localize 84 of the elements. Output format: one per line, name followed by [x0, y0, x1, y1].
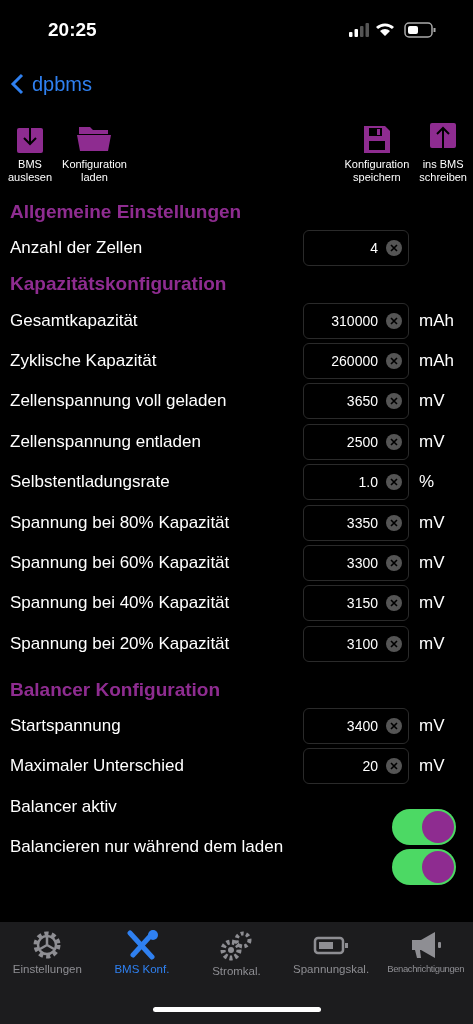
setting-label: Selbstentladungsrate — [10, 472, 171, 493]
clear-icon[interactable] — [386, 240, 402, 257]
setting-label: Gesamtkapazität — [10, 310, 139, 331]
field-value: 4 — [370, 240, 378, 257]
setting-label: Spannung bei 60% Kapazität — [10, 552, 231, 573]
setting-label: Zellenspannung entladen — [10, 431, 202, 452]
setting-label: Spannung bei 80% Kapazität — [10, 512, 231, 533]
toolbar-button[interactable]: Konfiguration laden — [62, 122, 127, 196]
unit-label: mV — [418, 756, 446, 777]
field-value: 2500 — [346, 433, 378, 450]
input-field[interactable]: 20 — [303, 748, 409, 785]
clear-icon[interactable] — [386, 635, 402, 652]
setting-label: Spannung bei 40% Kapazität — [10, 593, 231, 614]
unit-label: mV — [418, 633, 446, 654]
clear-icon[interactable] — [386, 352, 402, 369]
clear-icon[interactable] — [386, 393, 402, 410]
clear-icon[interactable] — [386, 474, 402, 491]
field-value: 260000 — [331, 352, 378, 369]
clear-icon[interactable] — [386, 554, 402, 571]
signal-icon — [349, 23, 369, 37]
setting-label: Startspannung — [10, 716, 122, 737]
unit-label: mV — [418, 716, 446, 737]
setting-label: Zyklische Kapazität — [10, 350, 158, 371]
input-field[interactable]: 3400 — [303, 708, 409, 745]
section-heading: Allgemeine Einstellungen — [9, 200, 243, 224]
input-field[interactable]: 3350 — [303, 504, 409, 541]
section-heading: Kapazitätskonfiguration — [9, 272, 228, 297]
input-field[interactable]: 3150 — [303, 585, 409, 622]
chevron-left-icon — [10, 73, 24, 95]
setting-label: Spannung bei 20% Kapazität — [10, 633, 231, 654]
input-field[interactable]: 1.0 — [303, 464, 409, 501]
field-value: 3350 — [346, 514, 378, 531]
gears-icon — [219, 930, 254, 962]
unit-label: mAh — [418, 310, 455, 331]
clear-icon[interactable] — [386, 595, 402, 612]
input-field[interactable]: 2500 — [303, 423, 409, 460]
setting-label: Maximaler Unterschied — [10, 756, 185, 777]
unit-label: mV — [418, 593, 446, 614]
tab[interactable]: Einstellungen — [0, 930, 95, 977]
wifi-icon — [376, 23, 394, 36]
field-value: 3650 — [346, 393, 378, 410]
clear-icon[interactable] — [386, 312, 402, 329]
input-field[interactable]: 3100 — [303, 625, 409, 662]
toolbar-button[interactable]: ins BMS schreiben — [419, 122, 467, 196]
field-value: 3100 — [346, 635, 378, 652]
battery-icon — [404, 22, 436, 38]
tab[interactable]: BMS Konf. — [94, 930, 190, 977]
setting-label: Zellenspannung voll geladen — [10, 391, 228, 412]
tab[interactable]: Stromkal. — [189, 930, 284, 977]
input-field[interactable]: 4 — [303, 230, 409, 267]
input-field[interactable]: 310000 — [303, 302, 409, 339]
setting-label: Balancieren nur während dem laden — [10, 837, 285, 858]
gear-icon — [32, 930, 63, 960]
unit-label: mV — [418, 431, 446, 452]
tab[interactable]: Spannungskal. — [283, 930, 379, 977]
setting-label: Anzahl der Zellen — [10, 238, 144, 259]
toolbar-button[interactable]: BMS auslesen — [8, 122, 53, 196]
clear-icon[interactable] — [386, 514, 402, 531]
input-field[interactable]: 260000 — [303, 342, 409, 379]
field-value: 20 — [362, 758, 378, 775]
field-value: 3400 — [346, 718, 378, 735]
status-time: 20:25 — [48, 19, 97, 41]
wrench-screwdriver-icon — [125, 930, 158, 960]
tab[interactable]: Benachrichtigungen — [378, 930, 473, 977]
clear-icon[interactable] — [386, 758, 402, 775]
field-value: 1.0 — [358, 474, 378, 491]
unit-label: mV — [418, 512, 446, 533]
field-value: 3150 — [346, 595, 378, 612]
back-link[interactable]: dpbms — [10, 72, 93, 96]
toolbar-button[interactable]: Konfiguration speichern — [344, 122, 410, 196]
unit-label: mAh — [418, 350, 455, 371]
unit-label: mV — [418, 552, 446, 573]
toggle-switch[interactable] — [392, 808, 456, 845]
input-field[interactable]: 3650 — [303, 383, 409, 420]
input-field[interactable]: 3300 — [303, 544, 409, 581]
unit-label: mV — [418, 391, 446, 412]
toggle-switch[interactable] — [392, 849, 456, 886]
section-heading: Balancer Konfiguration — [9, 677, 222, 702]
clear-icon[interactable] — [386, 433, 402, 450]
clear-icon[interactable] — [386, 718, 402, 735]
setting-label: Balancer aktiv — [10, 796, 118, 817]
unit-label: % — [418, 472, 436, 493]
field-value: 3300 — [346, 554, 378, 571]
field-value: 310000 — [331, 312, 378, 329]
